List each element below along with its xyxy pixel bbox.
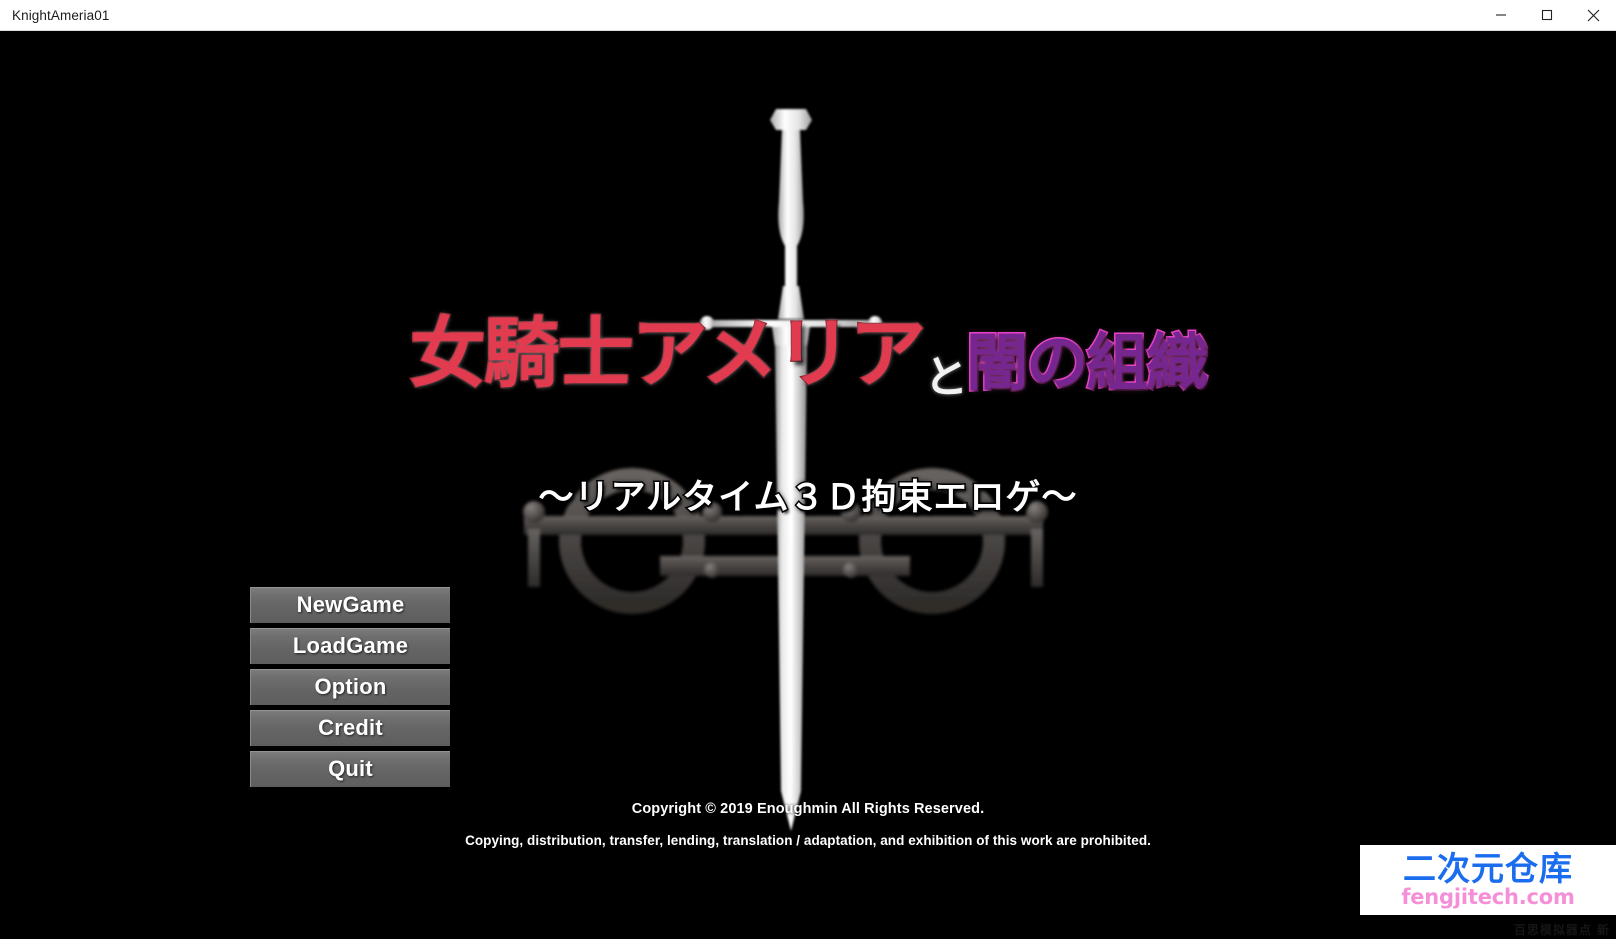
watermark-site-name: 二次元仓库 bbox=[1403, 848, 1573, 888]
watermark-overlay: 二次元仓库 fengjitech.com bbox=[1360, 845, 1616, 915]
application-window: KnightAmeria01 女騎士アメリアと闇の組織 〜リアルタイム３Ｄ拘束エ… bbox=[0, 0, 1616, 939]
menu-item-label: Option bbox=[314, 674, 387, 699]
copyright-text: Copyright © 2019 Enoughmin All Rights Re… bbox=[631, 801, 985, 817]
menu-item-quit[interactable]: Quit bbox=[250, 751, 450, 787]
minimize-button[interactable] bbox=[1478, 0, 1524, 31]
sword-artwork bbox=[700, 109, 882, 831]
maximize-button[interactable] bbox=[1524, 0, 1570, 31]
close-icon bbox=[1587, 9, 1599, 21]
menu-item-credit[interactable]: Credit bbox=[250, 710, 450, 746]
game-subtitle: 〜リアルタイム３Ｄ拘束エロゲ〜 bbox=[537, 477, 1078, 520]
title-part-red: 女騎士アメリア bbox=[409, 309, 928, 398]
menu-item-label: NewGame bbox=[296, 592, 405, 617]
main-title: 女騎士アメリアと闇の組織 bbox=[409, 314, 1210, 400]
watermark-fineprint: 百思模拟器点 新 bbox=[1513, 923, 1610, 937]
game-title-screen: 女騎士アメリアと闇の組織 〜リアルタイム３Ｄ拘束エロゲ〜 NewGame Loa… bbox=[0, 31, 1616, 939]
menu-item-label: LoadGame bbox=[292, 633, 409, 658]
maximize-icon bbox=[1541, 9, 1553, 21]
menu-item-option[interactable]: Option bbox=[250, 669, 450, 705]
main-menu: NewGame LoadGame Option Credit Quit bbox=[250, 587, 450, 792]
game-title-logo: 女騎士アメリアと闇の組織 bbox=[0, 314, 1616, 400]
window-title: KnightAmeria01 bbox=[12, 7, 110, 23]
close-button[interactable] bbox=[1570, 0, 1616, 31]
title-part-conjunction: と bbox=[923, 352, 969, 403]
minimize-icon bbox=[1496, 14, 1506, 16]
menu-item-newgame[interactable]: NewGame bbox=[250, 587, 450, 623]
watermark-site-url: fengjitech.com bbox=[1401, 885, 1575, 910]
menu-item-label: Quit bbox=[328, 756, 373, 781]
title-part-purple: 闇の組織 bbox=[965, 326, 1210, 399]
footer-legal: Copyright © 2019 Enoughmin All Rights Re… bbox=[0, 801, 1616, 848]
menu-item-loadgame[interactable]: LoadGame bbox=[250, 628, 450, 664]
menu-item-label: Credit bbox=[318, 715, 383, 740]
restraint-device-artwork bbox=[523, 468, 1048, 614]
window-titlebar[interactable]: KnightAmeria01 bbox=[0, 0, 1616, 31]
